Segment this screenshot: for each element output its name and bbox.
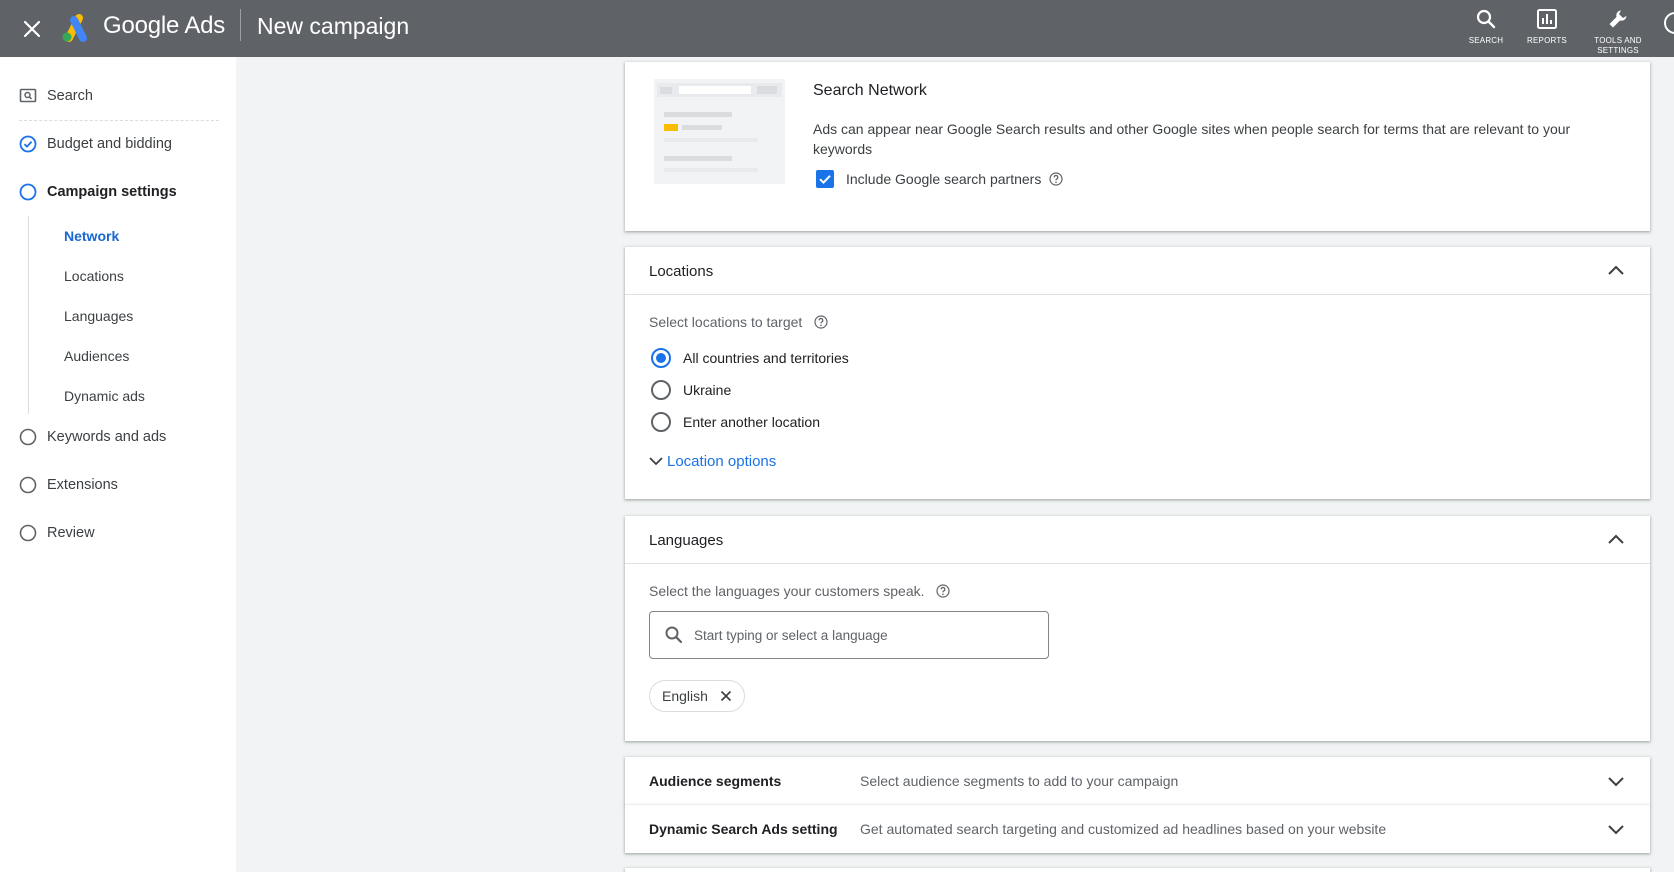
location-option-ukraine[interactable]: Ukraine [651,380,731,400]
location-options-label: Location options [667,452,777,470]
chevron-down-icon[interactable] [1606,771,1626,791]
language-search-field[interactable] [649,611,1049,659]
close-icon[interactable] [20,17,44,41]
locations-title: Locations [649,263,714,280]
next-section-card-edge [625,868,1650,872]
tools-and-settings-label: TOOLS AND SETTINGS [1594,36,1642,55]
location-option-label: Ukraine [683,382,732,398]
search-network-card: Search Network Ads can appear near Googl… [625,62,1650,231]
chevron-up-icon[interactable] [1606,530,1626,550]
remove-chip-icon[interactable] [718,688,734,704]
sidebar-subitem-languages[interactable]: Languages [64,308,133,324]
location-option-label: All countries and territories [683,350,849,366]
location-option-label: Enter another location [683,414,820,430]
languages-card: Languages Select the languages your cust… [625,516,1650,741]
help-icon[interactable] [936,584,950,598]
sidebar-item-budget-and-bidding[interactable]: Budget and bidding [19,135,172,153]
sidebar-item-extensions[interactable]: Extensions [19,476,118,494]
sidebar-subitem-audiences[interactable]: Audiences [64,348,129,364]
campaign-steps-sidebar: Search Budget and bidding Campaign setti… [0,57,236,872]
header-divider [240,9,241,41]
search-partners-option: Include Google search partners [813,170,1063,188]
locations-header[interactable]: Locations [625,247,1650,295]
search-button[interactable]: SEARCH [1464,8,1508,46]
google-ads-logo-icon [60,12,92,42]
tools-and-settings-button[interactable]: TOOLS AND SETTINGS [1588,8,1648,56]
search-partners-label: Include Google search partners [846,171,1042,187]
page-title: New campaign [257,13,410,39]
sidebar-item-label: Search [47,88,93,104]
circle-icon [19,524,37,542]
sidebar-item-review[interactable]: Review [19,524,95,542]
wrench-icon [1607,8,1629,30]
reports-button[interactable]: REPORTS [1522,8,1572,46]
circle-icon [19,476,37,494]
sidebar-item-search[interactable]: Search [19,87,93,105]
chevron-down-icon[interactable] [1606,819,1626,839]
location-option-all[interactable]: All countries and territories [651,348,849,368]
reports-button-label: REPORTS [1527,36,1567,45]
sidebar-subitem-locations[interactable]: Locations [64,268,124,284]
dsa-description: Get automated search targeting and custo… [860,821,1387,837]
brand-name: Google Ads [103,12,226,39]
circle-icon [19,428,37,446]
sidebar-item-label: Review [47,525,95,541]
search-icon [1475,8,1497,30]
audience-segments-row[interactable]: Audience segments Select audience segmen… [625,757,1650,805]
location-options-link[interactable]: Location options [647,452,776,470]
sidebar-item-keywords-and-ads[interactable]: Keywords and ads [19,428,166,446]
circle-icon [19,183,37,201]
search-network-description: Ads can appear near Google Search result… [813,121,1571,157]
radio-unselected[interactable] [651,380,671,400]
locations-card: Locations Select locations to target All… [625,247,1650,499]
sidebar-item-label: Extensions [47,477,118,493]
locations-prompt: Select locations to target [649,314,828,330]
search-partners-checkbox[interactable] [816,170,834,188]
languages-title: Languages [649,532,724,549]
languages-prompt: Select the languages your customers spea… [649,583,950,599]
search-network-illustration [654,79,785,184]
search-button-label: SEARCH [1468,36,1504,45]
search-network-title: Search Network [813,82,927,99]
language-chip-label: English [662,688,708,704]
chevron-down-icon [647,452,665,470]
sidebar-item-label: Keywords and ads [47,429,167,445]
search-icon [664,625,684,645]
languages-header[interactable]: Languages [625,516,1650,564]
sidebar-subitem-network[interactable]: Network [64,228,119,244]
help-icon[interactable] [814,315,828,329]
sidebar-item-campaign-settings[interactable]: Campaign settings [19,183,177,201]
search-box-icon [19,87,37,105]
sidebar-subitem-dynamic-ads[interactable]: Dynamic ads [64,388,145,404]
more-icon[interactable] [1664,12,1674,34]
dsa-title: Dynamic Search Ads setting [649,821,838,837]
languages-prompt-text: Select the languages your customers spea… [649,583,925,599]
top-app-bar: Google Ads New campaign SEARCH REPORTS T… [0,0,1674,57]
sidebar-item-label: Campaign settings [47,184,177,200]
radio-selected[interactable] [651,348,671,368]
radio-unselected[interactable] [651,412,671,432]
location-option-other[interactable]: Enter another location [651,412,820,432]
language-search-input[interactable] [694,627,1024,643]
sub-steps-line [28,216,29,414]
check-circle-icon [19,135,37,153]
audience-segments-description: Select audience segments to add to your … [860,773,1179,789]
sidebar-item-label: Budget and bidding [47,136,172,152]
locations-prompt-text: Select locations to target [649,314,803,330]
reports-icon [1536,8,1558,30]
help-icon[interactable] [1049,172,1063,186]
audience-segments-title: Audience segments [649,773,782,789]
language-chip-english: English [649,680,745,712]
dynamic-search-ads-row[interactable]: Dynamic Search Ads setting Get automated… [625,805,1650,853]
sidebar-divider [19,120,219,121]
chevron-up-icon[interactable] [1606,261,1626,281]
